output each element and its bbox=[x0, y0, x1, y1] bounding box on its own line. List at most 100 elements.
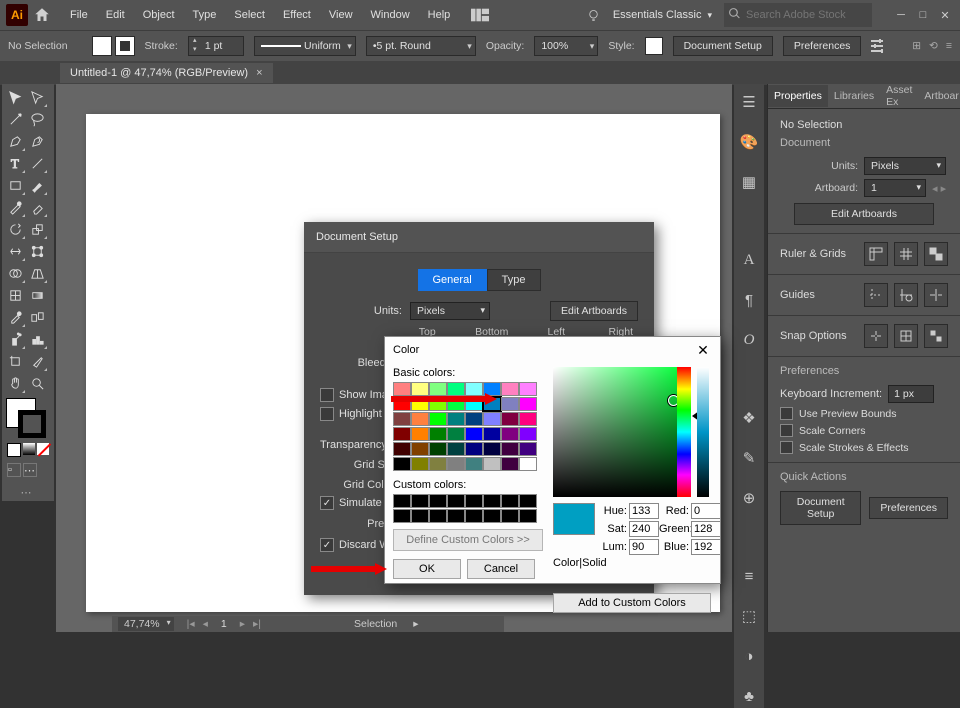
panel-character-icon[interactable]: A bbox=[734, 248, 764, 272]
artboard-nav[interactable]: |◂◂1▸▸| bbox=[184, 618, 264, 630]
basic-color-swatch[interactable] bbox=[483, 442, 501, 456]
discard-checkbox[interactable]: ✓ bbox=[320, 538, 334, 552]
panel-opentype-icon[interactable]: O bbox=[734, 328, 764, 352]
search-input[interactable] bbox=[724, 3, 872, 27]
panel-properties-icon[interactable]: ☰ bbox=[734, 90, 764, 114]
units-select[interactable]: Pixels bbox=[864, 157, 946, 175]
edit-artboards-button[interactable]: Edit Artboards bbox=[794, 203, 934, 225]
tab-properties[interactable]: Properties bbox=[768, 85, 828, 107]
tab-artboards[interactable]: Artboar bbox=[918, 85, 960, 107]
basic-color-swatch[interactable] bbox=[447, 427, 465, 441]
menu-edit[interactable]: Edit bbox=[98, 5, 133, 25]
ds-edit-artboards-button[interactable]: Edit Artboards bbox=[550, 301, 638, 321]
color-mode-solid[interactable] bbox=[7, 443, 21, 457]
eraser-tool[interactable] bbox=[26, 196, 48, 218]
basic-color-swatch[interactable] bbox=[429, 382, 447, 396]
basic-color-swatch[interactable] bbox=[483, 457, 501, 471]
lum-input[interactable] bbox=[629, 539, 659, 555]
zoom-level[interactable]: 47,74% bbox=[118, 617, 174, 631]
panel-stroke-icon[interactable]: ≡ bbox=[734, 564, 764, 588]
basic-color-swatch[interactable] bbox=[501, 397, 519, 411]
lasso-tool[interactable] bbox=[26, 108, 48, 130]
basic-color-swatch[interactable] bbox=[429, 427, 447, 441]
basic-color-swatch[interactable] bbox=[519, 412, 537, 426]
grid-icon[interactable] bbox=[894, 242, 918, 266]
basic-color-swatch[interactable] bbox=[393, 442, 411, 456]
paintbrush-tool[interactable] bbox=[26, 174, 48, 196]
screen-mode-normal[interactable]: ▫ bbox=[7, 463, 21, 477]
hue-slider[interactable] bbox=[677, 367, 691, 497]
style-swatch[interactable] bbox=[645, 37, 663, 55]
arrange-icon[interactable] bbox=[471, 8, 489, 22]
basic-color-swatch[interactable] bbox=[411, 427, 429, 441]
basic-color-swatch[interactable] bbox=[393, 412, 411, 426]
basic-color-swatch[interactable] bbox=[501, 457, 519, 471]
menu-effect[interactable]: Effect bbox=[275, 5, 319, 25]
custom-colors-grid[interactable] bbox=[393, 494, 543, 523]
home-icon[interactable] bbox=[33, 6, 51, 24]
opacity-value[interactable]: 100% bbox=[534, 36, 598, 56]
color-mode-gradient[interactable] bbox=[23, 443, 35, 455]
basic-color-swatch[interactable] bbox=[465, 457, 483, 471]
mesh-tool[interactable] bbox=[4, 284, 26, 306]
menu-help[interactable]: Help bbox=[420, 5, 459, 25]
tab-close-icon[interactable]: × bbox=[256, 67, 262, 79]
ds-tab-general[interactable]: General bbox=[418, 269, 487, 291]
green-input[interactable] bbox=[691, 521, 721, 537]
line-tool[interactable] bbox=[26, 152, 48, 174]
basic-color-swatch[interactable] bbox=[465, 427, 483, 441]
fill-stroke-control[interactable] bbox=[4, 398, 48, 440]
snap-point-icon[interactable] bbox=[864, 324, 888, 348]
type-tool[interactable]: T bbox=[4, 152, 26, 174]
eyedropper-tool[interactable] bbox=[4, 306, 26, 328]
panel-transform-icon[interactable]: ⬚ bbox=[734, 604, 764, 628]
scale-tool[interactable] bbox=[26, 218, 48, 240]
pen-tool[interactable] bbox=[4, 130, 26, 152]
basic-color-swatch[interactable] bbox=[519, 442, 537, 456]
minimize-button[interactable]: ─ bbox=[892, 6, 910, 24]
fill-swatch[interactable] bbox=[92, 36, 112, 56]
basic-color-swatch[interactable] bbox=[411, 412, 429, 426]
gradient-tool[interactable] bbox=[26, 284, 48, 306]
luminance-slider[interactable] bbox=[697, 367, 709, 497]
hand-tool[interactable] bbox=[4, 372, 26, 394]
stroke-swatch[interactable] bbox=[115, 36, 135, 56]
basic-color-swatch[interactable] bbox=[411, 382, 429, 396]
shaper-tool[interactable] bbox=[4, 196, 26, 218]
define-custom-colors-button[interactable]: Define Custom Colors >> bbox=[393, 529, 543, 551]
basic-color-swatch[interactable] bbox=[465, 412, 483, 426]
rectangle-tool[interactable] bbox=[4, 174, 26, 196]
transparency-grid-icon[interactable] bbox=[924, 242, 948, 266]
panel-brushes-icon[interactable]: ✎ bbox=[734, 446, 764, 470]
basic-color-swatch[interactable] bbox=[501, 442, 519, 456]
panel-layers-icon[interactable]: ❖ bbox=[734, 406, 764, 430]
workspace-name[interactable]: Essentials Classic bbox=[613, 9, 702, 21]
qa-prefs-button[interactable]: Preferences bbox=[869, 497, 948, 519]
basic-color-swatch[interactable] bbox=[393, 397, 411, 411]
basic-color-swatch[interactable] bbox=[447, 382, 465, 396]
slice-tool[interactable] bbox=[26, 350, 48, 372]
panel-symbols-icon[interactable]: ⊕ bbox=[734, 486, 764, 510]
basic-color-swatch[interactable] bbox=[393, 457, 411, 471]
free-transform-tool[interactable] bbox=[26, 240, 48, 262]
basic-color-swatch[interactable] bbox=[465, 382, 483, 396]
panel-color-icon[interactable]: 🎨 bbox=[734, 130, 764, 154]
scale-corners-checkbox[interactable] bbox=[780, 424, 793, 437]
keyboard-increment-input[interactable] bbox=[888, 385, 934, 403]
red-input[interactable] bbox=[691, 503, 721, 519]
simulate-checkbox[interactable]: ✓ bbox=[320, 496, 334, 510]
basic-color-swatch[interactable] bbox=[483, 427, 501, 441]
basic-color-swatch[interactable] bbox=[411, 397, 429, 411]
basic-color-swatch[interactable] bbox=[411, 457, 429, 471]
basic-color-swatch[interactable] bbox=[429, 457, 447, 471]
qa-doc-setup-button[interactable]: Document Setup bbox=[780, 491, 861, 525]
menu-type[interactable]: Type bbox=[185, 5, 225, 25]
blend-tool[interactable] bbox=[26, 306, 48, 328]
basic-color-swatch[interactable] bbox=[519, 427, 537, 441]
close-button[interactable]: ✕ bbox=[936, 6, 954, 24]
basic-color-swatch[interactable] bbox=[429, 412, 447, 426]
preview-bounds-checkbox[interactable] bbox=[780, 407, 793, 420]
menu-window[interactable]: Window bbox=[363, 5, 418, 25]
basic-colors-grid[interactable] bbox=[393, 382, 543, 471]
add-to-custom-button[interactable]: Add to Custom Colors bbox=[553, 593, 711, 613]
